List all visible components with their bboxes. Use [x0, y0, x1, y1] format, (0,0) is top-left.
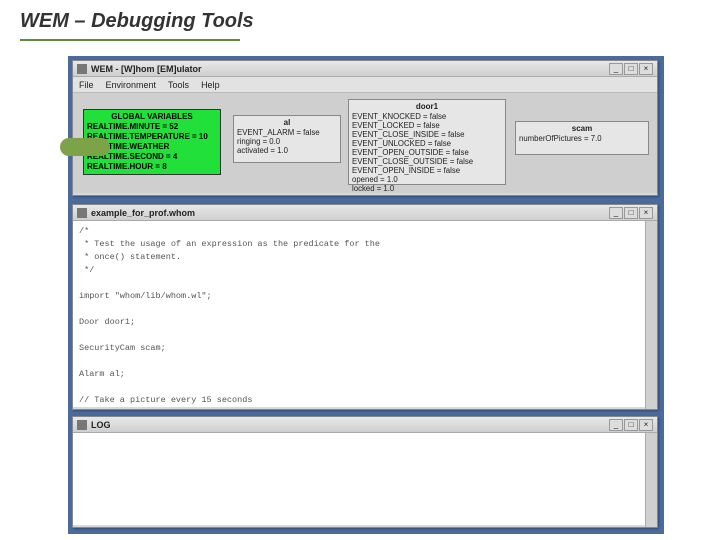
object-prop: opened = 1.0 — [352, 175, 502, 184]
object-prop: ringing = 0.0 — [237, 137, 337, 146]
menu-tools[interactable]: Tools — [168, 80, 189, 90]
wem-title: WEM - [W]hom [EM]ulator — [91, 64, 609, 74]
close-button[interactable]: × — [639, 63, 653, 75]
object-prop: EVENT_UNLOCKED = false — [352, 139, 502, 148]
object-name: door1 — [352, 102, 502, 111]
object-prop: EVENT_ALARM = false — [237, 128, 337, 137]
menu-bar: File Environment Tools Help — [73, 77, 657, 93]
log-icon — [77, 420, 87, 430]
slide-title: WEM – Debugging Tools — [0, 0, 720, 39]
close-button[interactable]: × — [639, 207, 653, 219]
wem-emulator-window: WEM - [W]hom [EM]ulator _ □ × File Envir… — [72, 60, 658, 196]
decorative-accent — [60, 138, 110, 156]
log-window: LOG _ □ × — [72, 416, 658, 528]
variables-area: GLOBAL VARIABLES REALTIME.MINUTE = 52 RE… — [73, 93, 657, 193]
minimize-button[interactable]: _ — [609, 207, 623, 219]
menu-file[interactable]: File — [79, 80, 94, 90]
app-icon — [77, 64, 87, 74]
close-button[interactable]: × — [639, 419, 653, 431]
scrollbar-vertical[interactable] — [645, 221, 657, 409]
object-prop: activated = 1.0 — [237, 146, 337, 155]
editor-filename: example_for_prof.whom — [91, 208, 609, 218]
minimize-button[interactable]: _ — [609, 419, 623, 431]
scrollbar-vertical[interactable] — [645, 433, 657, 527]
object-name: al — [237, 118, 337, 127]
object-prop: EVENT_LOCKED = false — [352, 121, 502, 130]
editor-window: example_for_prof.whom _ □ × /* * Test th… — [72, 204, 658, 410]
globals-header: GLOBAL VARIABLES — [87, 112, 217, 122]
object-prop: EVENT_OPEN_INSIDE = false — [352, 166, 502, 175]
code-editor[interactable]: /* * Test the usage of an expression as … — [73, 221, 657, 407]
object-prop: numberOfPictures = 7.0 — [519, 134, 645, 143]
log-titlebar[interactable]: LOG _ □ × — [73, 417, 657, 433]
object-prop: EVENT_OPEN_OUTSIDE = false — [352, 148, 502, 157]
object-prop: locked = 1.0 — [352, 184, 502, 193]
object-name: scam — [519, 124, 645, 133]
object-panel-al[interactable]: al EVENT_ALARM = false ringing = 0.0 act… — [233, 115, 341, 163]
object-prop: EVENT_CLOSE_INSIDE = false — [352, 130, 502, 139]
desktop-area: WEM - [W]hom [EM]ulator _ □ × File Envir… — [68, 56, 664, 534]
object-panel-scam[interactable]: scam numberOfPictures = 7.0 — [515, 121, 649, 155]
file-icon — [77, 208, 87, 218]
object-prop: EVENT_CLOSE_OUTSIDE = false — [352, 157, 502, 166]
title-underline — [20, 39, 240, 41]
window-controls: _ □ × — [609, 63, 653, 75]
maximize-button[interactable]: □ — [624, 419, 638, 431]
maximize-button[interactable]: □ — [624, 63, 638, 75]
global-var: REALTIME.MINUTE = 52 — [87, 122, 217, 132]
object-prop: EVENT_KNOCKED = false — [352, 112, 502, 121]
window-controls: _ □ × — [609, 419, 653, 431]
log-title: LOG — [91, 420, 609, 430]
object-panel-door1[interactable]: door1 EVENT_KNOCKED = false EVENT_LOCKED… — [348, 99, 506, 185]
log-content[interactable] — [73, 433, 657, 525]
maximize-button[interactable]: □ — [624, 207, 638, 219]
global-var: REALTIME.HOUR = 8 — [87, 162, 217, 172]
menu-help[interactable]: Help — [201, 80, 220, 90]
minimize-button[interactable]: _ — [609, 63, 623, 75]
menu-environment[interactable]: Environment — [106, 80, 157, 90]
editor-titlebar[interactable]: example_for_prof.whom _ □ × — [73, 205, 657, 221]
window-controls: _ □ × — [609, 207, 653, 219]
wem-titlebar[interactable]: WEM - [W]hom [EM]ulator _ □ × — [73, 61, 657, 77]
